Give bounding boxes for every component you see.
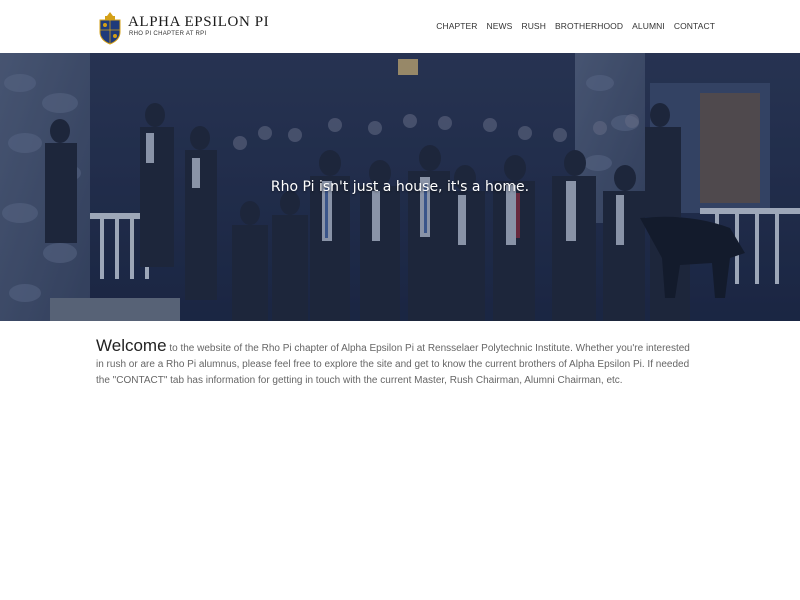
brand-subtitle: RHO PI CHAPTER AT RPI xyxy=(129,31,207,37)
main-nav: CHAPTER NEWS RUSH BROTHERHOOD ALUMNI CON… xyxy=(427,21,715,31)
hero-tagline: Rho Pi isn't just a house, it's a home. xyxy=(270,179,530,195)
nav-item-contact[interactable]: CONTACT xyxy=(674,21,715,31)
nav-item-news[interactable]: NEWS xyxy=(487,21,513,31)
brand-title[interactable]: ALPHA EPSILON PI xyxy=(128,14,269,31)
nav-item-brotherhood[interactable]: BROTHERHOOD xyxy=(555,21,623,31)
nav-item-alumni[interactable]: ALUMNI xyxy=(632,21,665,31)
welcome-section: Welcome to the website of the Rho Pi cha… xyxy=(96,336,696,389)
welcome-body: to the website of the Rho Pi chapter of … xyxy=(96,343,690,386)
site-header: ALPHA EPSILON PI RHO PI CHAPTER AT RPI C… xyxy=(0,0,800,53)
hero-banner: Rho Pi isn't just a house, it's a home. xyxy=(0,53,800,321)
nav-item-rush[interactable]: RUSH xyxy=(521,21,546,31)
nav-item-chapter[interactable]: CHAPTER xyxy=(436,21,477,31)
welcome-heading: Welcome xyxy=(96,336,167,355)
crest-icon[interactable] xyxy=(96,10,124,46)
